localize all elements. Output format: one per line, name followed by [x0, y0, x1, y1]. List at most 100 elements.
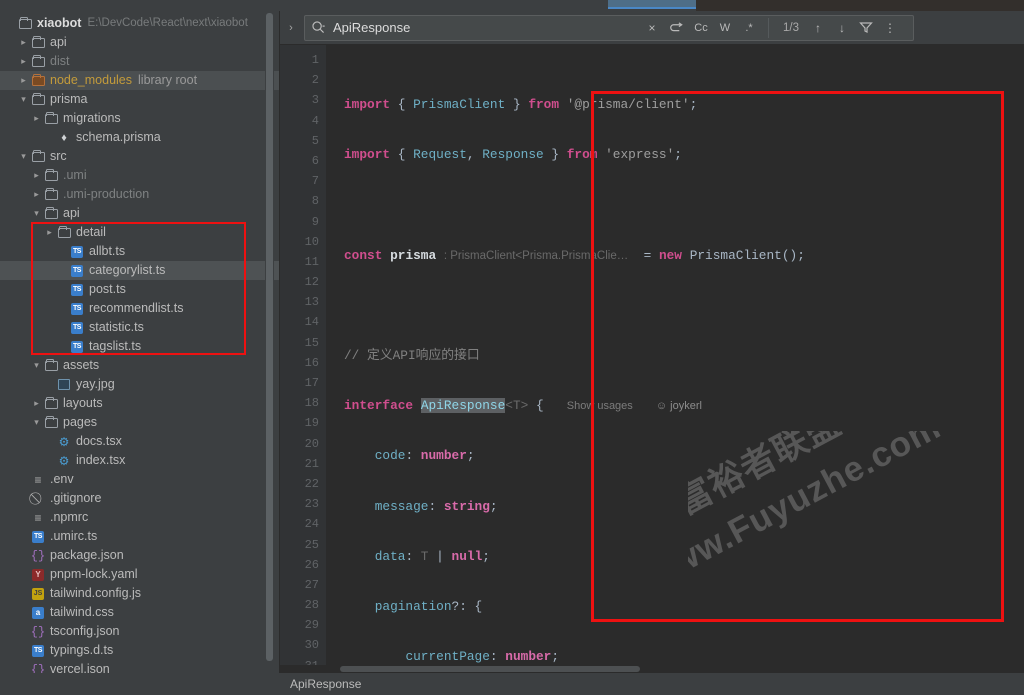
tree-row-yay-jpg[interactable]: yay.jpg — [0, 375, 279, 394]
tree-row-post-ts[interactable]: TS post.ts — [0, 280, 279, 299]
project-tree-scrollbar[interactable] — [265, 11, 274, 673]
line-number-11: 11 — [304, 254, 319, 269]
chevron-down-icon[interactable] — [17, 95, 30, 104]
tree-row-api[interactable]: api — [0, 204, 279, 223]
whole-words-button[interactable]: W — [714, 17, 736, 39]
show-usages-hint-1[interactable]: Show usages — [567, 400, 633, 412]
ts-file-icon: TS — [69, 264, 85, 277]
ide-window: xiaobot E:\DevCode\React\next\xiaobot ap… — [0, 0, 1024, 695]
tree-row-statistic-ts[interactable]: TS statistic.ts — [0, 318, 279, 337]
ts-file-icon: TS — [69, 283, 85, 296]
line-number-24: 24 — [304, 517, 319, 532]
tree-row-allbt-ts[interactable]: TS allbt.ts — [0, 242, 279, 261]
tree-row-root[interactable]: xiaobot E:\DevCode\React\next\xiaobot — [0, 14, 279, 33]
tree-row--npmrc[interactable]: ≡ .npmrc — [0, 508, 279, 527]
line-number-10: 10 — [304, 234, 319, 249]
tree-row-node-modules[interactable]: node_modules library root — [0, 71, 279, 90]
code-content[interactable]: import { PrismaClient } from '@prisma/cl… — [326, 45, 1024, 665]
search-input[interactable]: ApiResponse × Cc W .* 1/3 ↑ ↓ ⋮ — [304, 14, 914, 41]
line-number-6: 6 — [311, 153, 319, 168]
tab-strip-right-filler — [696, 0, 1024, 11]
tree-row-categorylist-ts[interactable]: TS categorylist.ts — [0, 261, 279, 280]
tree-row--umirc-ts[interactable]: TS .umirc.ts — [0, 527, 279, 546]
wrap-around-icon[interactable] — [665, 17, 688, 39]
folder-icon — [30, 35, 46, 48]
tree-row-detail[interactable]: detail — [0, 223, 279, 242]
tree-row-prisma[interactable]: prisma — [0, 90, 279, 109]
tree-row-recommendlist-ts[interactable]: TS recommendlist.ts — [0, 299, 279, 318]
scrollbar-thumb[interactable] — [266, 13, 273, 661]
editor-horizontal-scrollbar[interactable] — [280, 665, 1024, 673]
chevron-down-icon[interactable] — [17, 152, 30, 161]
json-file-icon: {} — [30, 548, 46, 563]
chevron-right-icon[interactable] — [17, 38, 30, 47]
line-number-27: 27 — [304, 577, 319, 592]
tree-row-dist[interactable]: dist — [0, 52, 279, 71]
tree-row-migrations[interactable]: migrations — [0, 109, 279, 128]
chevron-right-icon[interactable] — [30, 190, 43, 199]
line-number-14: 14 — [304, 315, 319, 330]
filter-icon[interactable] — [855, 17, 877, 39]
chevron-right-icon[interactable] — [30, 399, 43, 408]
regex-button[interactable]: .* — [738, 17, 760, 39]
tree-item-label: .umi — [63, 168, 87, 182]
tree-item-label: .env — [50, 472, 74, 486]
hscrollbar-thumb[interactable] — [340, 666, 640, 672]
line-number-21: 21 — [304, 456, 319, 471]
tree-row-tagslist-ts[interactable]: TS tagslist.ts — [0, 337, 279, 356]
code-editor[interactable]: 1 2 3 4 5 6 7 8 9 10 11 12 13 14 15 16 17 18 19 20 21 22 23 24 2… — [280, 45, 1024, 665]
line-number-12: 12 — [304, 275, 319, 290]
tree-row-assets[interactable]: assets — [0, 356, 279, 375]
match-case-button[interactable]: Cc — [690, 17, 712, 39]
chevron-down-icon[interactable] — [30, 361, 43, 370]
tree-row-docs-tsx[interactable]: ⚙ docs.tsx — [0, 432, 279, 451]
tree-row--gitignore[interactable]: ⃠ .gitignore — [0, 489, 279, 508]
chevron-right-icon[interactable] — [30, 114, 43, 123]
chevron-down-icon[interactable] — [30, 418, 43, 427]
chevron-right-icon[interactable] — [43, 228, 56, 237]
tree-row-schema-prisma[interactable]: ♦ schema.prisma — [0, 128, 279, 147]
tree-row-pages[interactable]: pages — [0, 413, 279, 432]
tree-item-label: layouts — [63, 396, 103, 410]
tree-row-index-tsx[interactable]: ⚙ index.tsx — [0, 451, 279, 470]
line-number-19: 19 — [304, 416, 319, 431]
tree-item-label: src — [50, 149, 67, 163]
ts-file-icon: TS — [30, 644, 46, 657]
find-next-button[interactable]: ↓ — [831, 17, 853, 39]
tree-row-layouts[interactable]: layouts — [0, 394, 279, 413]
line-number-26: 26 — [304, 557, 319, 572]
tree-row--umi-production[interactable]: .umi-production — [0, 185, 279, 204]
tree-row--umi[interactable]: .umi — [0, 166, 279, 185]
tree-item-note: library root — [138, 73, 198, 87]
yaml-file-icon: Y — [30, 568, 46, 581]
line-number-9: 9 — [311, 214, 319, 229]
js-file-icon: JS — [30, 587, 46, 600]
tree-row-typings-d-ts[interactable]: TS typings.d.ts — [0, 641, 279, 660]
project-root-name: xiaobot — [37, 16, 82, 30]
tree-row-api[interactable]: api — [0, 33, 279, 52]
active-editor-tab[interactable] — [608, 0, 696, 9]
find-field-buttons: × Cc W .* 1/3 ↑ ↓ ⋮ — [641, 17, 907, 39]
author-hint-1: ☺ — [655, 400, 671, 413]
tree-row-tailwind-css[interactable]: a tailwind.css — [0, 603, 279, 622]
breadcrumb-label: ApiResponse — [290, 677, 362, 691]
tree-row-tailwind-config-js[interactable]: JS tailwind.config.js — [0, 584, 279, 603]
tree-row-vercel-json[interactable]: {} vercel.json — [0, 660, 279, 673]
breadcrumb[interactable]: ApiResponse — [280, 673, 362, 695]
tree-row-pnpm-lock-yaml[interactable]: Ypnpm-lock.yaml — [0, 565, 279, 584]
chevron-right-icon[interactable] — [17, 76, 30, 85]
chevron-right-icon[interactable] — [17, 57, 30, 66]
tree-row-tsconfig-json[interactable]: {} tsconfig.json — [0, 622, 279, 641]
line-number-5: 5 — [311, 133, 319, 148]
tree-row-src[interactable]: src — [0, 147, 279, 166]
more-options-icon[interactable]: ⋮ — [879, 17, 901, 39]
tree-row-package-json[interactable]: {} package.json — [0, 546, 279, 565]
chevron-right-icon[interactable] — [30, 171, 43, 180]
tree-row--env[interactable]: ≡ .env — [0, 470, 279, 489]
project-tree[interactable]: xiaobot E:\DevCode\React\next\xiaobot ap… — [0, 11, 279, 673]
collapse-find-icon[interactable]: › — [280, 22, 302, 34]
chevron-down-icon[interactable] — [30, 209, 43, 218]
find-previous-button[interactable]: ↑ — [807, 17, 829, 39]
clear-search-icon[interactable]: × — [641, 17, 663, 39]
